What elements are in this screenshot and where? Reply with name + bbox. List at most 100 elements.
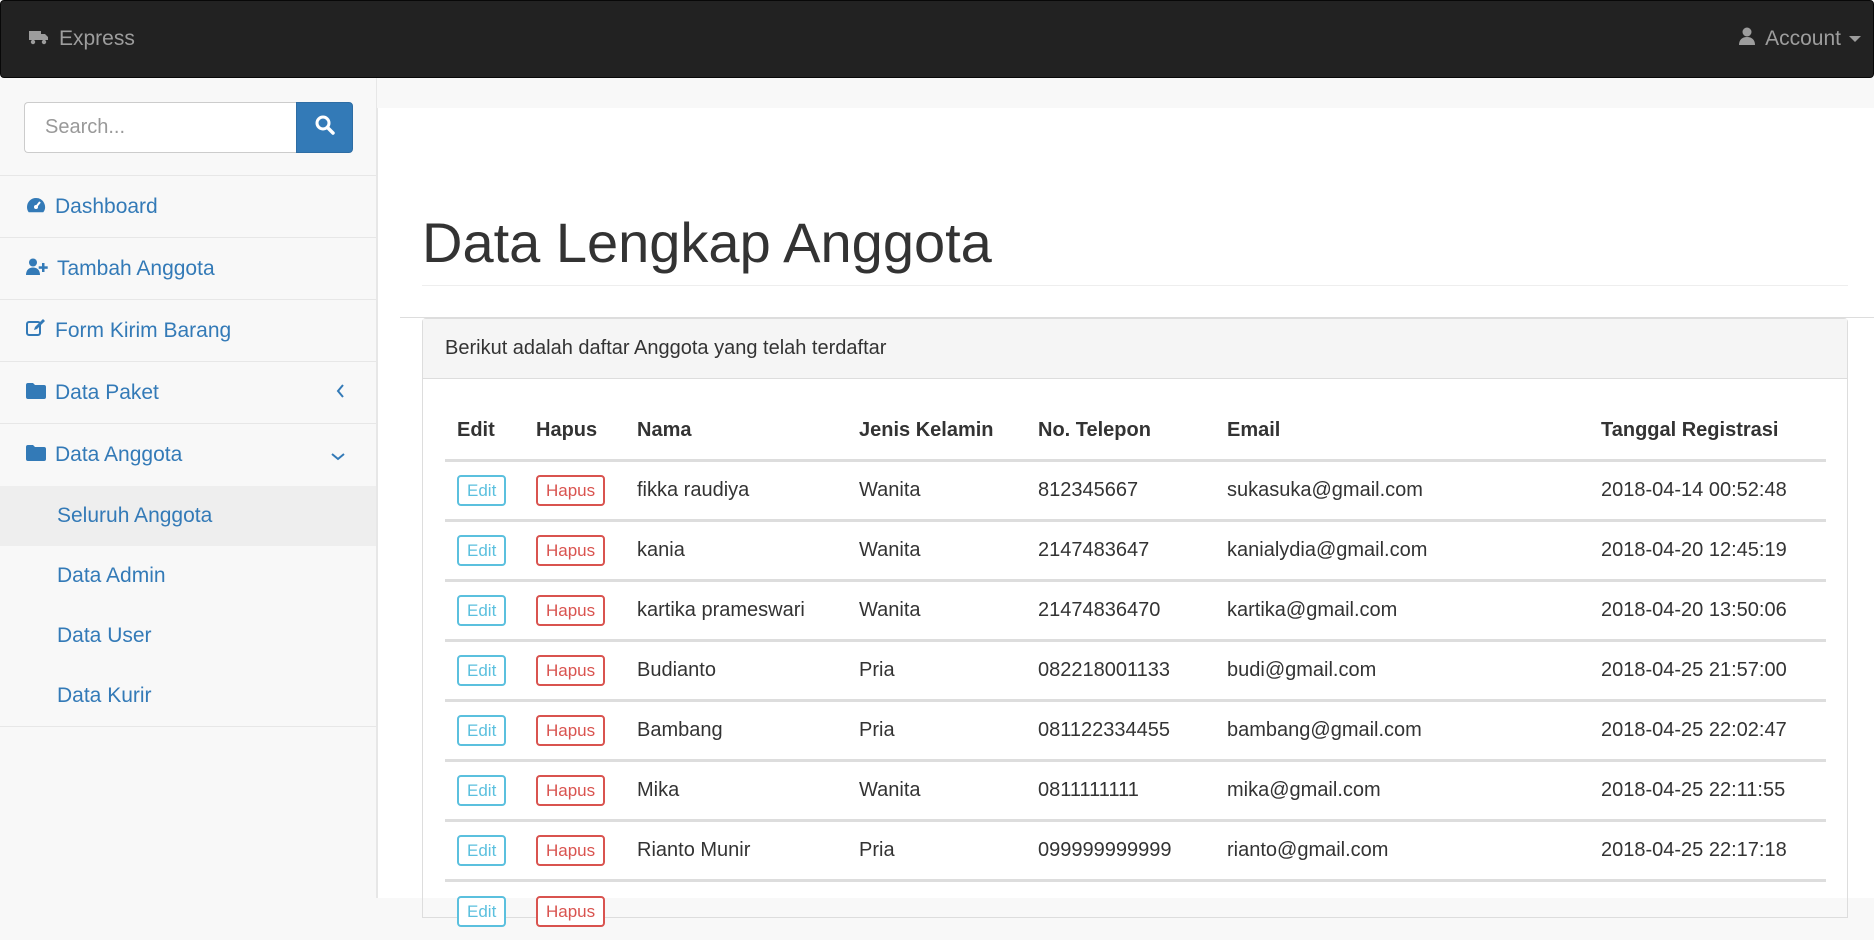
edit-cell: Edit bbox=[445, 700, 524, 762]
search-placeholder: Search... bbox=[45, 116, 126, 138]
brand-label: Express bbox=[59, 27, 135, 50]
divider bbox=[422, 285, 1848, 286]
table-row-partial: Edit Hapus bbox=[445, 880, 1826, 940]
brand-link[interactable]: Express bbox=[29, 27, 135, 51]
cell-email: budi@gmail.com bbox=[1215, 640, 1589, 702]
search-input[interactable]: Search... bbox=[24, 102, 297, 153]
cell-nama: Mika bbox=[625, 760, 847, 822]
chevron-down-icon bbox=[331, 445, 354, 466]
cell-jenis-kelamin: Pria bbox=[847, 700, 1026, 762]
sidebar-item-form-kirim-barang[interactable]: Form Kirim Barang bbox=[0, 300, 376, 362]
page-wrapper: Data Lengkap Anggota Berikut adalah daft… bbox=[377, 108, 1874, 927]
cell-email: bambang@gmail.com bbox=[1215, 700, 1589, 762]
sidebar-search: Search... bbox=[0, 78, 376, 176]
sidebar-submenu-data-anggota: Seluruh Anggota Data Admin Data User Dat… bbox=[0, 486, 376, 727]
account-dropdown[interactable]: Account bbox=[1739, 27, 1861, 51]
sidebar-subitem-label: Data Admin bbox=[57, 564, 166, 587]
edit-button[interactable]: Edit bbox=[457, 714, 507, 746]
sidebar-item-label: Data Paket bbox=[55, 380, 159, 404]
edit-button[interactable]: Edit bbox=[457, 774, 507, 806]
sidebar-item-tambah-anggota[interactable]: Tambah Anggota bbox=[0, 238, 376, 300]
chevron-left-icon bbox=[336, 382, 354, 403]
sidebar-subitem-data-kurir[interactable]: Data Kurir bbox=[0, 666, 376, 726]
sidebar-item-label: Tambah Anggota bbox=[57, 256, 215, 280]
delete-button[interactable]: Hapus bbox=[536, 534, 606, 566]
table-wrapper: Edit Hapus Nama Jenis Kelamin No. Telepo… bbox=[423, 379, 1847, 940]
truck-icon bbox=[29, 27, 59, 51]
edit-cell: Edit bbox=[445, 760, 524, 822]
table-row: Edit Hapus fikka raudiya Wanita 81234566… bbox=[445, 460, 1826, 522]
caret-down-icon bbox=[1849, 36, 1861, 42]
panel-heading: Berikut adalah daftar Anggota yang telah… bbox=[423, 319, 1847, 379]
cell-jenis-kelamin: Wanita bbox=[847, 460, 1026, 522]
sidebar-subitem-seluruh-anggota[interactable]: Seluruh Anggota bbox=[0, 486, 376, 546]
column-header-jenis-kelamin: Jenis Kelamin bbox=[847, 403, 1026, 462]
edit-button[interactable]: Edit bbox=[457, 654, 507, 686]
hapus-cell: Hapus bbox=[524, 880, 625, 940]
sidebar-item-dashboard[interactable]: Dashboard bbox=[0, 176, 376, 238]
table-row: Edit Hapus kania Wanita 2147483647 kania… bbox=[445, 520, 1826, 582]
cell-jenis-kelamin: Wanita bbox=[847, 760, 1026, 822]
cell-no-telepon: 099999999999 bbox=[1026, 820, 1215, 882]
delete-button[interactable]: Hapus bbox=[536, 714, 606, 746]
delete-button[interactable]: Hapus bbox=[536, 654, 606, 686]
cell-email: kanialydia@gmail.com bbox=[1215, 520, 1589, 582]
cell-nama: kartika prameswari bbox=[625, 580, 847, 642]
search-button[interactable] bbox=[296, 102, 353, 153]
sidebar-item-label: Dashboard bbox=[55, 194, 158, 218]
cell-tanggal-registrasi: 2018-04-25 22:02:47 bbox=[1589, 700, 1826, 762]
edit-cell: Edit bbox=[445, 520, 524, 582]
user-plus-icon bbox=[26, 257, 57, 281]
cell-jenis-kelamin: Wanita bbox=[847, 520, 1026, 582]
folder-icon bbox=[26, 443, 55, 467]
edit-cell: Edit bbox=[445, 640, 524, 702]
members-table: Edit Hapus Nama Jenis Kelamin No. Telepo… bbox=[445, 403, 1826, 940]
edit-button[interactable]: Edit bbox=[457, 834, 507, 866]
sidebar-subitem-data-admin[interactable]: Data Admin bbox=[0, 546, 376, 606]
cell-jenis-kelamin: Pria bbox=[847, 640, 1026, 702]
column-header-nama: Nama bbox=[625, 403, 847, 462]
cell-email: mika@gmail.com bbox=[1215, 760, 1589, 822]
edit-button[interactable]: Edit bbox=[457, 895, 507, 927]
table-row: Edit Hapus kartika prameswari Wanita 214… bbox=[445, 580, 1826, 642]
edit-cell: Edit bbox=[445, 460, 524, 522]
hapus-cell: Hapus bbox=[524, 460, 625, 522]
cell-nama: Budianto bbox=[625, 640, 847, 702]
table-row: Edit Hapus Mika Wanita 0811111111 mika@g… bbox=[445, 760, 1826, 822]
table-header-row: Edit Hapus Nama Jenis Kelamin No. Telepo… bbox=[445, 403, 1826, 462]
user-icon bbox=[1739, 27, 1765, 51]
sidebar-item-data-paket[interactable]: Data Paket bbox=[0, 362, 376, 424]
table-row: Edit Hapus Rianto Munir Pria 09999999999… bbox=[445, 820, 1826, 882]
column-header-hapus: Hapus bbox=[524, 403, 625, 462]
cell-tanggal-registrasi: 2018-04-25 21:57:00 bbox=[1589, 640, 1826, 702]
sidebar-item-data-anggota[interactable]: Data Anggota bbox=[0, 424, 376, 486]
members-panel: Berikut adalah daftar Anggota yang telah… bbox=[422, 318, 1848, 927]
edit-button[interactable]: Edit bbox=[457, 474, 507, 506]
column-header-tanggal-registrasi: Tanggal Registrasi bbox=[1589, 403, 1826, 462]
dashboard-icon bbox=[26, 195, 55, 219]
edit-cell: Edit bbox=[445, 880, 524, 940]
hapus-cell: Hapus bbox=[524, 760, 625, 822]
delete-button[interactable]: Hapus bbox=[536, 834, 606, 866]
sidebar-item-label: Data Anggota bbox=[55, 443, 183, 466]
sidebar-subitem-data-user[interactable]: Data User bbox=[0, 606, 376, 666]
cell-tanggal-registrasi: 2018-04-20 13:50:06 bbox=[1589, 580, 1826, 642]
table-row: Edit Hapus Budianto Pria 082218001133 bu… bbox=[445, 640, 1826, 702]
delete-button[interactable]: Hapus bbox=[536, 474, 606, 506]
edit-button[interactable]: Edit bbox=[457, 534, 507, 566]
cell-empty bbox=[625, 880, 1826, 940]
hapus-cell: Hapus bbox=[524, 520, 625, 582]
cell-nama: fikka raudiya bbox=[625, 460, 847, 522]
hapus-cell: Hapus bbox=[524, 820, 625, 882]
cell-tanggal-registrasi: 2018-04-25 22:17:18 bbox=[1589, 820, 1826, 882]
delete-button[interactable]: Hapus bbox=[536, 594, 606, 626]
account-label: Account bbox=[1765, 27, 1841, 50]
cell-tanggal-registrasi: 2018-04-25 22:11:55 bbox=[1589, 760, 1826, 822]
delete-button[interactable]: Hapus bbox=[536, 774, 606, 806]
edit-button[interactable]: Edit bbox=[457, 594, 507, 626]
hapus-cell: Hapus bbox=[524, 700, 625, 762]
column-header-email: Email bbox=[1215, 403, 1589, 462]
delete-button[interactable]: Hapus bbox=[536, 895, 606, 927]
cell-tanggal-registrasi: 2018-04-20 12:45:19 bbox=[1589, 520, 1826, 582]
sidebar-subitem-label: Data User bbox=[57, 624, 152, 647]
